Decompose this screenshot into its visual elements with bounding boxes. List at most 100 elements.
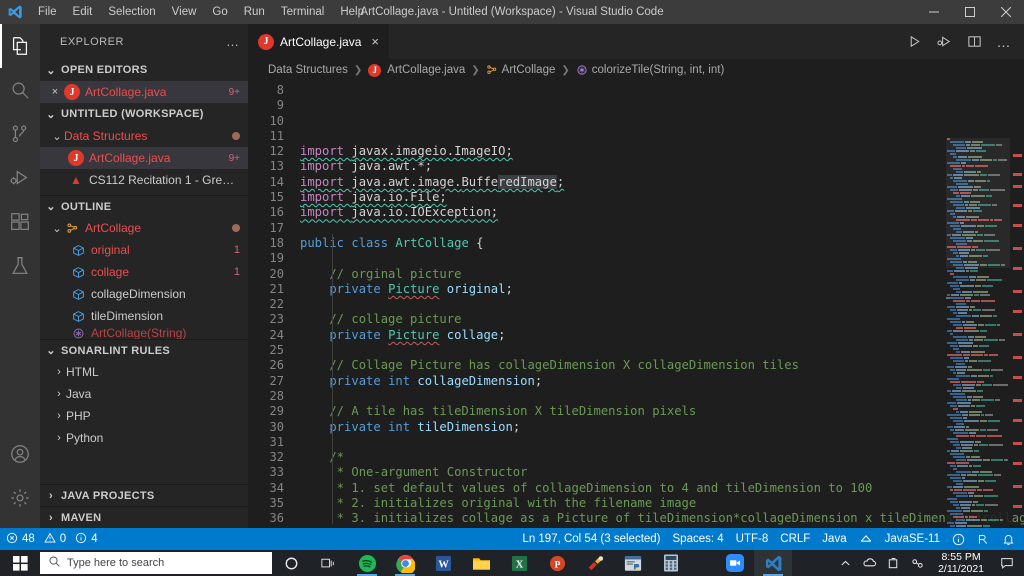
indentation[interactable]: Spaces: 4 (667, 528, 730, 550)
section-sonarlint-rules[interactable]: ⌄ SONARLINT RULES (40, 339, 248, 361)
outline-item-original[interactable]: original 1 (40, 239, 248, 261)
spotify-icon[interactable] (348, 550, 386, 576)
live-share-icon[interactable] (853, 528, 879, 550)
code-line[interactable]: private int collageDimension; (296, 374, 1024, 389)
task-view-icon[interactable] (310, 550, 348, 576)
account-icon[interactable] (0, 432, 40, 476)
code-line[interactable]: * One-argument Constructor (296, 465, 1024, 480)
run-debug-icon[interactable] (0, 156, 40, 200)
section-open-editors[interactable]: ⌄ OPEN EDITORS (40, 59, 248, 81)
powerpoint-icon[interactable]: P (538, 550, 576, 576)
menu-bar[interactable]: File Edit Selection View Go Run Terminal… (30, 0, 372, 24)
extensions-icon[interactable] (0, 200, 40, 244)
window-controls[interactable] (916, 0, 1024, 24)
code-line[interactable]: import javax.imageio.ImageIO; (296, 144, 1024, 159)
menu-file[interactable]: File (30, 0, 65, 24)
network-icon[interactable] (906, 550, 928, 576)
outline-item-constructor[interactable]: ArtCollage(String) (40, 327, 248, 339)
section-maven[interactable]: › MAVEN (40, 506, 248, 528)
tab-close-icon[interactable]: × (371, 34, 379, 49)
battery-icon[interactable] (882, 550, 904, 576)
code-line[interactable]: private Picture original; (296, 282, 1024, 297)
cursor-position[interactable]: Ln 197, Col 54 (3 selected) (516, 528, 666, 550)
menu-edit[interactable]: Edit (65, 0, 101, 24)
breadcrumb-item-method[interactable]: colorizeTile(String, int, int) (576, 64, 724, 76)
zoom-icon[interactable] (716, 550, 754, 576)
excel-icon[interactable]: X (500, 550, 538, 576)
code-line[interactable] (296, 297, 1024, 312)
code-editor[interactable]: 8 9 10 11 12 13 14 15 16 17 18 19 20 21 22 23 24 25 26 27 28… (248, 81, 1024, 528)
python-idle-icon[interactable] (614, 550, 652, 576)
sonarlint-icon[interactable] (971, 528, 996, 550)
code-line[interactable]: public class ArtCollage { (296, 236, 1024, 251)
code-line[interactable]: // A tile has tileDimension X tileDimens… (296, 404, 1024, 419)
code-line[interactable] (296, 343, 1024, 358)
code-line[interactable]: * 1. set default values of collageDimens… (296, 481, 1024, 496)
windows-start-icon[interactable] (0, 550, 40, 576)
status-problems[interactable]: 48 0 4 (0, 528, 104, 550)
chevron-up-icon[interactable] (834, 550, 856, 576)
breadcrumb-item-file[interactable]: J ArtCollage.java (368, 63, 465, 77)
onedrive-icon[interactable] (858, 550, 880, 576)
code-line[interactable]: import java.io.File; (296, 190, 1024, 205)
minimap[interactable] (946, 138, 1010, 528)
code-line[interactable]: import java.io.IOException; (296, 205, 1024, 220)
sonarlint-item-java[interactable]: › Java (40, 383, 248, 405)
java-runtime[interactable]: JavaSE-11 (879, 528, 946, 550)
code-line[interactable]: private int tileDimension; (296, 420, 1024, 435)
maximize-button[interactable] (952, 0, 988, 24)
run-debug-icon[interactable] (930, 28, 958, 56)
calculator-icon[interactable] (652, 550, 690, 576)
code-scroll-area[interactable]: 8 9 10 11 12 13 14 15 16 17 18 19 20 21 22 23 24 25 26 27 28… (248, 81, 1024, 528)
sonarlint-item-php[interactable]: › PHP (40, 405, 248, 427)
menu-go[interactable]: Go (204, 0, 235, 24)
open-editor-item-artcollage[interactable]: × J ArtCollage.java 9+ (40, 81, 248, 103)
settings-gear-icon[interactable] (0, 476, 40, 520)
code-line[interactable]: import java.awt.image.BufferedImage; (296, 174, 1024, 190)
language-mode[interactable]: Java (816, 528, 852, 550)
menu-terminal[interactable]: Terminal (273, 0, 332, 24)
split-editor-icon[interactable] (960, 28, 988, 56)
code-line[interactable] (296, 435, 1024, 450)
sidebar-more-actions-icon[interactable]: … (226, 34, 240, 49)
file-item-pdf[interactable]: ▲ CS112 Recitation 1 - Greatest Hits o..… (40, 169, 248, 191)
code-line[interactable] (296, 221, 1024, 236)
testing-flask-icon[interactable] (0, 244, 40, 288)
breadcrumb-item-class[interactable]: ArtCollage (486, 64, 555, 76)
close-icon[interactable]: × (46, 86, 64, 98)
code-line[interactable] (296, 251, 1024, 266)
cortana-circle-icon[interactable] (272, 550, 310, 576)
minimize-button[interactable] (916, 0, 952, 24)
code-line[interactable]: // orginal picture (296, 267, 1024, 282)
sonarlint-item-python[interactable]: › Python (40, 427, 248, 449)
code-line[interactable] (296, 129, 1024, 144)
run-icon[interactable] (900, 28, 928, 56)
code-line[interactable]: /* (296, 450, 1024, 465)
code-line[interactable]: * 2. initializes original with the filen… (296, 496, 1024, 511)
outline-item-tiledimension[interactable]: tileDimension (40, 305, 248, 327)
code-line[interactable]: // Collage Picture has collageDimension … (296, 358, 1024, 373)
outline-item-collage[interactable]: collage 1 (40, 261, 248, 283)
menu-run[interactable]: Run (236, 0, 273, 24)
vscode-icon[interactable] (754, 550, 792, 576)
minimap-slider[interactable] (946, 138, 1010, 268)
action-center-icon[interactable] (994, 550, 1020, 576)
editor-scrollbar-vertical[interactable] (1010, 138, 1024, 528)
breadcrumb-item-folder[interactable]: Data Structures (268, 64, 348, 76)
taskbar-clock[interactable]: 8:55 PM 2/11/2021 (930, 551, 992, 575)
explorer-icon[interactable] (0, 24, 40, 68)
chrome-icon[interactable] (386, 550, 424, 576)
outline-item-collagedimension[interactable]: collageDimension (40, 283, 248, 305)
source-control-icon[interactable] (0, 112, 40, 156)
menu-selection[interactable]: Selection (100, 0, 163, 24)
menu-view[interactable]: View (164, 0, 205, 24)
encoding[interactable]: UTF-8 (730, 528, 775, 550)
code-line[interactable] (296, 389, 1024, 404)
code-line[interactable]: private Picture collage; (296, 328, 1024, 343)
code-content[interactable]: import javax.imageio.ImageIO; import java… (296, 81, 1024, 528)
file-explorer-icon[interactable] (462, 550, 500, 576)
section-workspace[interactable]: ⌄ UNTITLED (WORKSPACE) (40, 103, 248, 125)
code-line[interactable]: import java.awt.*; (296, 159, 1024, 174)
menu-help[interactable]: Help (332, 0, 372, 24)
ccleaner-icon[interactable] (576, 550, 614, 576)
